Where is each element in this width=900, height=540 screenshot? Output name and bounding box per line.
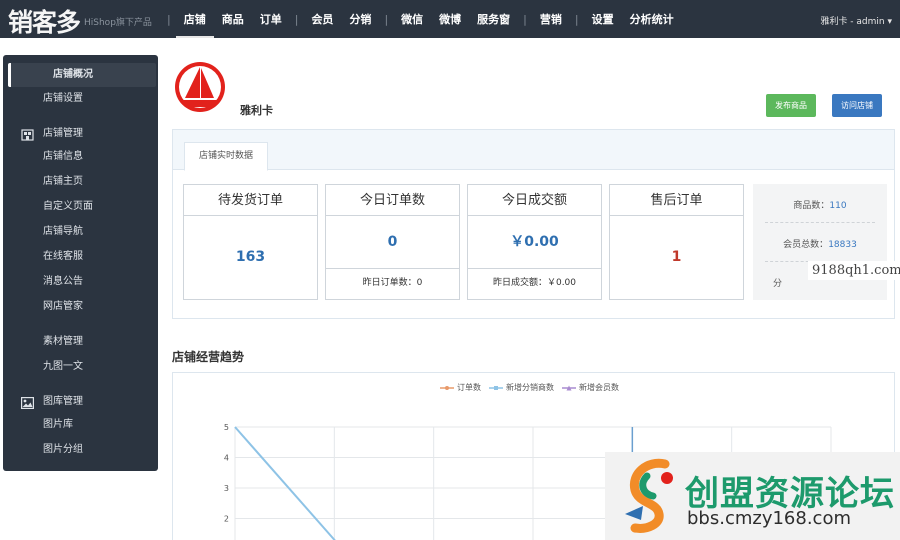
promo-banner[interactable]: 创盟资源论坛 bbs.cmzy168.com	[605, 452, 900, 540]
sidebar-group-label: 店铺管理	[43, 128, 83, 139]
sidebar-group-label: 图库管理	[43, 396, 83, 407]
nav-item-settings[interactable]: 设置	[584, 0, 622, 38]
sidebar-item-shop-manager[interactable]: 网店管家	[3, 295, 158, 319]
nav-item-wechat[interactable]: 微信	[393, 0, 431, 38]
stat-card-today-orders[interactable]: 今日订单数 0 昨日订单数：0	[325, 184, 460, 300]
sidebar-item-custom-page[interactable]: 自定义页面	[3, 195, 158, 219]
brand-logo[interactable]: 销客多	[8, 3, 81, 39]
sidebar-group-shop-management: 店铺管理	[21, 123, 83, 145]
y-tick-label: 4	[224, 454, 229, 463]
y-tick-label: 2	[224, 515, 229, 524]
card-title: 今日订单数	[326, 185, 459, 216]
card-title: 待发货订单	[184, 185, 317, 216]
legend-label: 新增分销商数	[506, 383, 554, 392]
stat-value[interactable]: 18833	[828, 240, 857, 250]
top-nav: | 店铺 商品 订单 | 会员 分销 | 微信 微博 服务窗 | 营销 | 设置…	[162, 0, 682, 38]
sidebar-item-image-groups[interactable]: 图片分组	[3, 438, 158, 462]
panel-header	[173, 130, 894, 170]
series-line-distributors	[234, 426, 336, 540]
sidebar-group-gallery: 图库管理	[21, 391, 83, 413]
promo-url: bbs.cmzy168.com	[687, 508, 852, 529]
sidebar-item-online-service[interactable]: 在线客服	[3, 245, 158, 269]
card-title: 今日成交额	[468, 185, 601, 216]
nav-item-members[interactable]: 会员	[303, 0, 341, 38]
card-value: 1	[671, 249, 682, 265]
card-value: ￥0.00	[510, 234, 559, 250]
top-navbar: 销客多 HiShop旗下产品 | 店铺 商品 订单 | 会员 分销 | 微信 微…	[0, 0, 900, 38]
stat-product-count: 商品数：110	[753, 198, 887, 211]
nav-separator: |	[574, 12, 579, 26]
stat-label: 会员总数：	[783, 240, 829, 250]
sidebar-item-image-library[interactable]: 图片库	[3, 413, 158, 437]
nav-item-service-window[interactable]: 服务窗	[469, 0, 518, 38]
stat-card-pending-shipment[interactable]: 待发货订单 163	[183, 184, 318, 300]
nav-item-products[interactable]: 商品	[214, 0, 252, 38]
shop-logo	[174, 58, 226, 116]
tab-realtime-data[interactable]: 店铺实时数据	[184, 142, 268, 171]
stat-member-count: 会员总数：18833	[753, 237, 887, 250]
card-value: 0	[387, 234, 398, 250]
nav-item-weibo[interactable]: 微博	[431, 0, 469, 38]
legend-item-orders[interactable]: 订单数	[440, 382, 481, 393]
sidebar-item-announcements[interactable]: 消息公告	[3, 270, 158, 294]
legend-item-distributors[interactable]: 新增分销商数	[489, 382, 554, 393]
nav-item-distribution[interactable]: 分销	[341, 0, 379, 38]
stat-label: 分	[773, 279, 783, 289]
shop-name: 雅利卡	[240, 104, 273, 117]
sidebar-item-shop-nav[interactable]: 店铺导航	[3, 220, 158, 244]
stat-card-today-revenue[interactable]: 今日成交额 ￥0.00 昨日成交额：￥0.00	[467, 184, 602, 300]
card-footer: 昨日订单数：0	[326, 268, 459, 297]
card-title: 售后订单	[610, 185, 743, 216]
nav-item-marketing[interactable]: 营销	[532, 0, 570, 38]
legend-label: 新增会员数	[579, 383, 619, 392]
card-footer: 昨日成交额：￥0.00	[468, 268, 601, 297]
stat-card-after-sales[interactable]: 售后订单 1	[609, 184, 744, 300]
nav-separator: |	[384, 12, 389, 26]
sidebar-item-materials[interactable]: 素材管理	[3, 330, 158, 354]
section-title-trend: 店铺经营趋势	[172, 350, 245, 364]
nav-separator: |	[523, 12, 527, 26]
store-icon	[21, 128, 34, 141]
sidebar-item-shop-overview[interactable]: 店铺概况	[8, 63, 156, 87]
nav-item-analytics[interactable]: 分析统计	[622, 0, 682, 38]
nav-separator: |	[294, 12, 299, 26]
card-value: 163	[235, 249, 266, 265]
watermark-text: 9188qh1.com	[808, 261, 900, 280]
y-tick-label: 3	[224, 484, 229, 493]
sidebar-item-shop-home[interactable]: 店铺主页	[3, 170, 158, 194]
user-menu[interactable]: 雅利卡 - admin ▾	[820, 14, 892, 27]
sidebar-item-nine-images[interactable]: 九图一文	[3, 355, 158, 379]
nav-item-orders[interactable]: 订单	[252, 0, 290, 38]
publish-product-button[interactable]: 发布商品	[766, 94, 816, 117]
brand-subtitle: HiShop旗下产品	[84, 18, 152, 28]
shop-stats-box: 商品数：110 会员总数：18833 分	[753, 184, 887, 300]
nav-item-shop[interactable]: 店铺	[175, 0, 214, 38]
legend-item-members[interactable]: 新增会员数	[562, 382, 619, 393]
sidebar: 店铺概况 店铺设置 店铺管理 店铺信息 店铺主页 自定义页面 店铺导航 在线客服…	[3, 55, 158, 471]
divider	[765, 222, 875, 223]
y-tick-label: 5	[224, 423, 229, 432]
legend-label: 订单数	[457, 383, 481, 392]
stat-label: 商品数：	[793, 201, 830, 211]
sidebar-item-shop-settings[interactable]: 店铺设置	[3, 87, 158, 111]
sidebar-item-shop-info[interactable]: 店铺信息	[3, 145, 158, 169]
nav-separator: |	[167, 12, 171, 26]
promo-logo-icon	[625, 458, 673, 533]
stat-value[interactable]: 110	[829, 201, 846, 211]
visit-shop-button[interactable]: 访问店铺	[832, 94, 882, 117]
chart-legend: 订单数 新增分销商数 新增会员数	[440, 382, 619, 393]
image-icon	[21, 396, 35, 410]
